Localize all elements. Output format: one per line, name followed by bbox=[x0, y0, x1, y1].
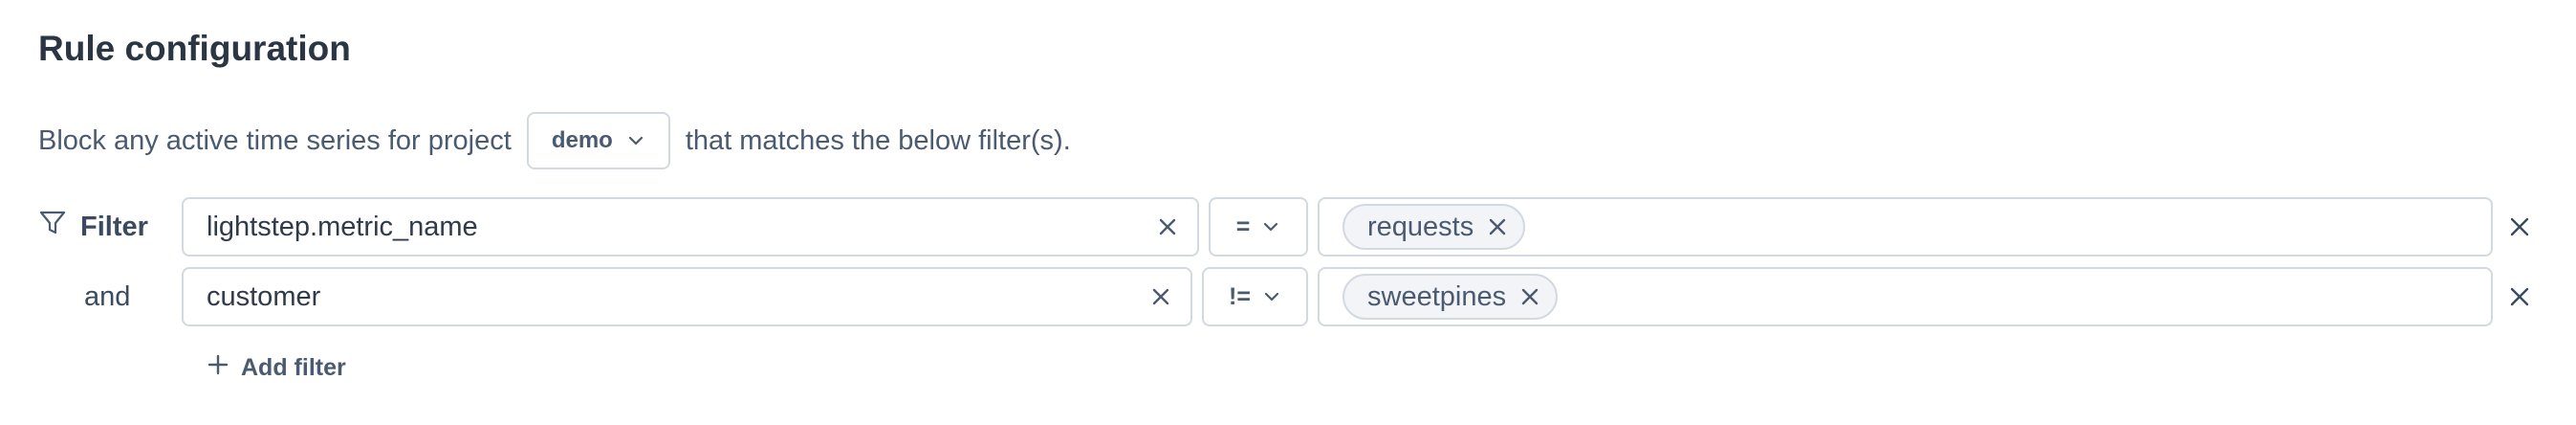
operator-select[interactable]: != bbox=[1202, 267, 1308, 326]
filter-key-input[interactable]: lightstep.metric_name bbox=[182, 197, 1199, 257]
close-icon[interactable] bbox=[2502, 210, 2537, 244]
operator-value: = bbox=[1235, 212, 1251, 240]
filter-row: and customer != sweetpines bbox=[0, 267, 2576, 326]
operator-select[interactable]: = bbox=[1209, 197, 1308, 257]
filter-row: Filter lightstep.metric_name = requests bbox=[0, 197, 2576, 257]
filter-row-label: Filter bbox=[38, 197, 148, 257]
add-filter-button[interactable]: Add filter bbox=[207, 348, 346, 387]
funnel-icon bbox=[38, 209, 67, 245]
project-select-value: demo bbox=[551, 127, 613, 153]
page-title: Rule configuration bbox=[38, 29, 351, 68]
value-chip: requests bbox=[1343, 204, 1526, 250]
operator-value: != bbox=[1229, 282, 1251, 310]
close-icon[interactable] bbox=[1519, 286, 1540, 307]
close-icon[interactable] bbox=[1145, 280, 1177, 313]
plus-icon bbox=[207, 353, 229, 383]
filter-value-input[interactable]: sweetpines bbox=[1318, 267, 2493, 326]
sentence-prefix: Block any active time series for project bbox=[38, 124, 512, 156]
filter-key-value: customer bbox=[207, 280, 321, 312]
rule-configuration-panel: Rule configuration Block any active time… bbox=[0, 0, 2576, 425]
and-label: and bbox=[84, 280, 131, 312]
add-filter-label: Add filter bbox=[241, 353, 346, 381]
chevron-down-icon bbox=[626, 131, 645, 150]
value-chip-label: sweetpines bbox=[1367, 280, 1507, 312]
chevron-down-icon bbox=[1262, 287, 1281, 306]
close-icon[interactable] bbox=[1487, 216, 1508, 237]
filter-key-value: lightstep.metric_name bbox=[207, 211, 478, 242]
close-icon[interactable] bbox=[2502, 280, 2537, 314]
rule-sentence: Block any active time series for project… bbox=[38, 111, 1071, 170]
value-chip: sweetpines bbox=[1343, 274, 1559, 320]
filter-value-input[interactable]: requests bbox=[1318, 197, 2493, 257]
close-icon[interactable] bbox=[1151, 211, 1184, 243]
chevron-down-icon bbox=[1261, 217, 1280, 236]
value-chip-label: requests bbox=[1367, 211, 1474, 242]
filter-row-label: and bbox=[84, 267, 130, 326]
project-select[interactable]: demo bbox=[526, 112, 670, 169]
filter-key-input[interactable]: customer bbox=[182, 267, 1192, 326]
sentence-suffix: that matches the below filter(s). bbox=[685, 124, 1071, 156]
filter-label: Filter bbox=[80, 211, 148, 242]
